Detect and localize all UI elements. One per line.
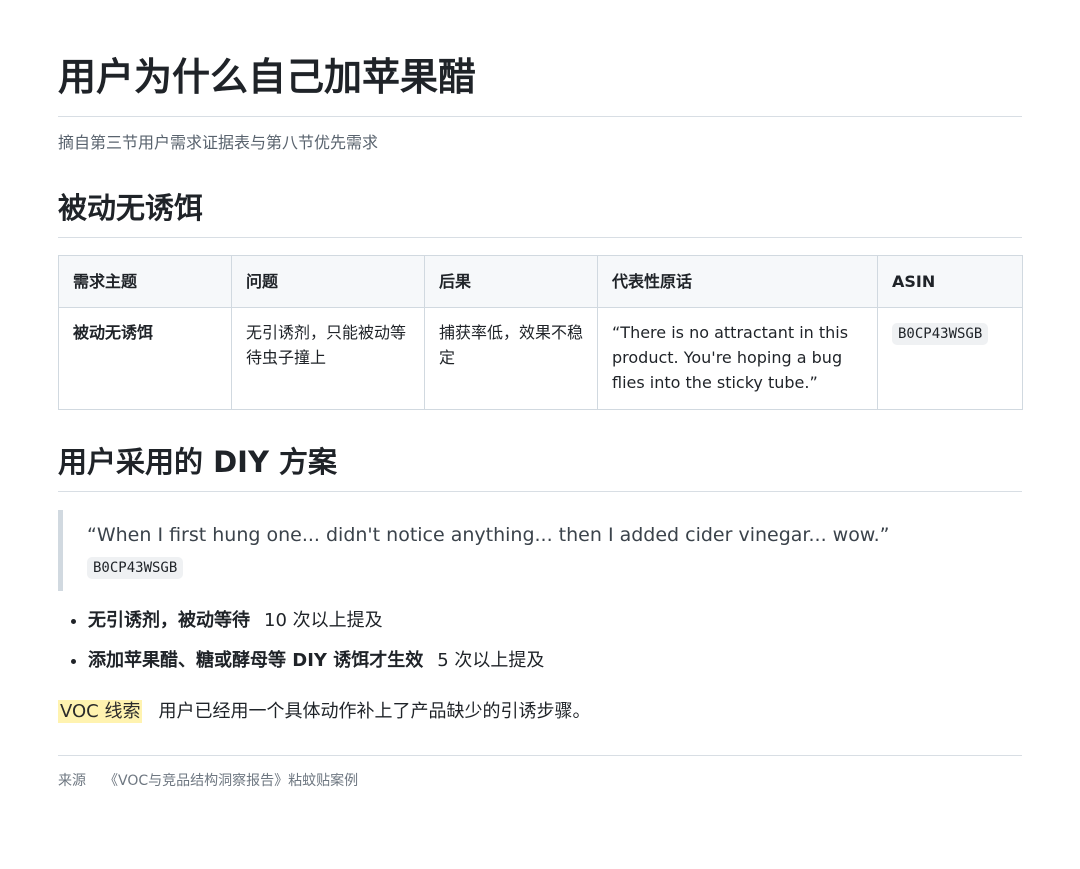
source-footer: 来源 《VOC与竞品结构洞察报告》粘蚊贴案例	[58, 755, 1022, 791]
voc-tag: VOC 线索	[58, 700, 143, 723]
customer-quote: “When I first hung one... didn't notice …	[58, 510, 1022, 591]
column-header-quote: 代表性原话	[597, 255, 878, 308]
column-header-consequence: 后果	[424, 255, 598, 308]
page-subtitle: 摘自第三节用户需求证据表与第八节优先需求	[58, 133, 379, 152]
source-label: 来源	[58, 773, 86, 789]
cell-topic: 被动无诱饵	[58, 307, 232, 410]
column-header-problem: 问题	[231, 255, 425, 308]
cell-consequence: 捕获率低，效果不稳定	[424, 307, 598, 410]
quote-asin-code: B0CP43WSGB	[87, 557, 184, 579]
evidence-table: 需求主题 问题 后果 代表性原话 ASIN 被动无诱饵 无引诱剂，只能被动等待虫…	[58, 255, 1023, 410]
asin-code: B0CP43WSGB	[892, 323, 989, 345]
quote-text: “When I first hung one... didn't notice …	[87, 524, 890, 546]
list-item-text: 10 次以上提及	[264, 610, 383, 631]
list-item: 添加苹果醋、糖或酵母等 DIY 诱饵才生效 5 次以上提及	[88, 649, 1022, 673]
list-item-bold: 添加苹果醋、糖或酵母等 DIY 诱饵才生效	[88, 650, 424, 671]
document: 用户为什么自己加苹果醋 摘自第三节用户需求证据表与第八节优先需求 被动无诱饵 需…	[58, 0, 1023, 791]
voc-text: 用户已经用一个具体动作补上了产品缺少的引诱步骤。	[158, 701, 591, 722]
cell-asin: B0CP43WSGB	[877, 307, 1023, 410]
quote-asin-wrapper: B0CP43WSGB	[87, 556, 1022, 579]
source-text: 《VOC与竞品结构洞察报告》粘蚊贴案例	[104, 773, 359, 789]
page-title: 用户为什么自己加苹果醋	[58, 52, 1022, 117]
column-header-asin: ASIN	[877, 255, 1023, 308]
table-row: 被动无诱饵 无引诱剂，只能被动等待虫子撞上 捕获率低，效果不稳定 “There …	[58, 307, 1023, 410]
voc-line: VOC 线索 用户已经用一个具体动作补上了产品缺少的引诱步骤。	[58, 699, 1022, 725]
table-header-row: 需求主题 问题 后果 代表性原话 ASIN	[58, 255, 1023, 308]
cell-quote: “There is no attractant in this product.…	[597, 307, 878, 410]
list-item-text: 5 次以上提及	[437, 650, 545, 671]
list-item: 无引诱剂，被动等待 10 次以上提及	[88, 609, 1022, 633]
mention-list: 无引诱剂，被动等待 10 次以上提及 添加苹果醋、糖或酵母等 DIY 诱饵才生效 5…	[58, 609, 1022, 673]
list-item-bold: 无引诱剂，被动等待	[88, 610, 250, 631]
section-heading-diy: 用户采用的 DIY 方案	[58, 442, 1022, 492]
cell-problem: 无引诱剂，只能被动等待虫子撞上	[231, 307, 425, 410]
section-heading-passive: 被动无诱饵	[58, 188, 1022, 238]
column-header-topic: 需求主题	[58, 255, 232, 308]
